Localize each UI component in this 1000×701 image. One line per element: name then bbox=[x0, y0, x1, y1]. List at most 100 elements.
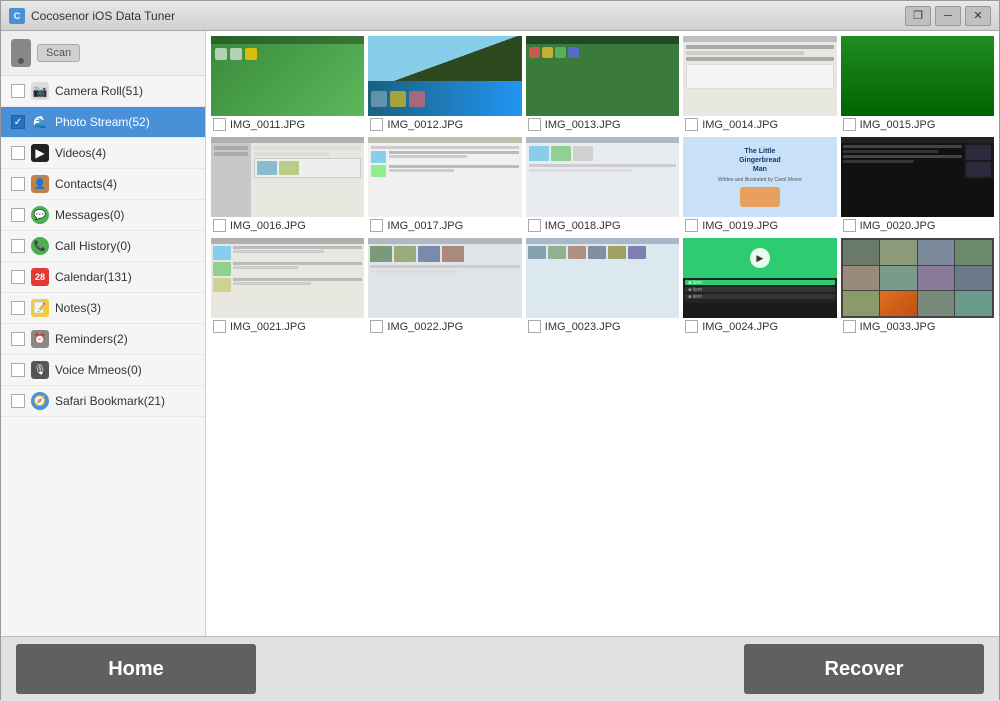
image-grid: IMG_0011.JPG IMG_0012.JPG bbox=[211, 36, 994, 335]
image-header: IMG_0023.JPG bbox=[526, 318, 679, 335]
camera-roll-icon: 📷 bbox=[31, 82, 49, 100]
messages-checkbox[interactable] bbox=[11, 208, 25, 222]
image-name: IMG_0019.JPG bbox=[702, 220, 778, 232]
list-item[interactable]: IMG_0011.JPG bbox=[211, 36, 364, 133]
image-name: IMG_0013.JPG bbox=[545, 119, 621, 131]
list-item[interactable]: ▶ ■ item ■ item ■ item IMG_0024.JPG bbox=[683, 238, 836, 335]
thumbnail bbox=[841, 36, 994, 116]
thumbnail bbox=[841, 137, 994, 217]
contacts-label: Contacts(4) bbox=[55, 177, 117, 191]
photo-stream-icon: 🌊 bbox=[31, 113, 49, 131]
thumbnail bbox=[683, 36, 836, 116]
image-checkbox[interactable] bbox=[685, 118, 698, 131]
sidebar-item-voice-memos[interactable]: 🎙 Voice Mmeos(0) bbox=[1, 355, 205, 386]
image-checkbox[interactable] bbox=[843, 219, 856, 232]
list-item[interactable]: IMG_0012.JPG bbox=[368, 36, 521, 133]
messages-label: Messages(0) bbox=[55, 208, 124, 222]
safari-checkbox[interactable] bbox=[11, 394, 25, 408]
home-button[interactable]: Home bbox=[16, 644, 256, 694]
list-item[interactable]: IMG_0014.JPG bbox=[683, 36, 836, 133]
image-checkbox[interactable] bbox=[843, 118, 856, 131]
call-history-icon: 📞 bbox=[31, 237, 49, 255]
sidebar-item-photo-stream[interactable]: ✓ 🌊 Photo Stream(52) bbox=[1, 107, 205, 138]
sidebar-item-videos[interactable]: ▶ Videos(4) bbox=[1, 138, 205, 169]
list-item[interactable]: IMG_0016.JPG bbox=[211, 137, 364, 234]
calendar-checkbox[interactable] bbox=[11, 270, 25, 284]
image-header: IMG_0020.JPG bbox=[841, 217, 994, 234]
list-item[interactable]: IMG_0020.JPG bbox=[841, 137, 994, 234]
videos-icon: ▶ bbox=[31, 144, 49, 162]
image-checkbox[interactable] bbox=[843, 320, 856, 333]
list-item[interactable]: IMG_0033.JPG bbox=[841, 238, 994, 335]
bottom-bar: Home Recover bbox=[1, 636, 999, 701]
image-header: IMG_0014.JPG bbox=[683, 116, 836, 133]
image-name: IMG_0024.JPG bbox=[702, 321, 778, 333]
image-header: IMG_0017.JPG bbox=[368, 217, 521, 234]
image-header: IMG_0012.JPG bbox=[368, 116, 521, 133]
scan-button[interactable]: Scan bbox=[37, 44, 80, 62]
image-checkbox[interactable] bbox=[685, 320, 698, 333]
list-item[interactable]: The LittleGingerbreadMan Written and Ill… bbox=[683, 137, 836, 234]
image-checkbox[interactable] bbox=[370, 219, 383, 232]
image-checkbox[interactable] bbox=[685, 219, 698, 232]
list-item[interactable]: IMG_0023.JPG bbox=[526, 238, 679, 335]
contacts-icon: 👤 bbox=[31, 175, 49, 193]
image-checkbox[interactable] bbox=[370, 118, 383, 131]
voice-memos-label: Voice Mmeos(0) bbox=[55, 363, 142, 377]
camera-roll-label: Camera Roll(51) bbox=[55, 84, 143, 98]
list-item[interactable]: IMG_0021.JPG bbox=[211, 238, 364, 335]
videos-checkbox[interactable] bbox=[11, 146, 25, 160]
sidebar-item-notes[interactable]: 📝 Notes(3) bbox=[1, 293, 205, 324]
image-checkbox[interactable] bbox=[528, 118, 541, 131]
contacts-checkbox[interactable] bbox=[11, 177, 25, 191]
image-checkbox[interactable] bbox=[370, 320, 383, 333]
image-checkbox[interactable] bbox=[528, 219, 541, 232]
image-name: IMG_0016.JPG bbox=[230, 220, 306, 232]
image-header: IMG_0015.JPG bbox=[841, 116, 994, 133]
sidebar: Scan 📷 Camera Roll(51) ✓ 🌊 Photo Stream(… bbox=[1, 31, 206, 636]
reminders-checkbox[interactable] bbox=[11, 332, 25, 346]
notes-checkbox[interactable] bbox=[11, 301, 25, 315]
list-item[interactable]: IMG_0022.JPG bbox=[368, 238, 521, 335]
reminders-icon: ⏰ bbox=[31, 330, 49, 348]
voice-memos-icon: 🎙 bbox=[31, 361, 49, 379]
photo-stream-checkbox[interactable]: ✓ bbox=[11, 115, 25, 129]
thumbnail: The LittleGingerbreadMan Written and Ill… bbox=[683, 137, 836, 217]
call-history-label: Call History(0) bbox=[55, 239, 131, 253]
image-header: IMG_0019.JPG bbox=[683, 217, 836, 234]
image-checkbox[interactable] bbox=[528, 320, 541, 333]
list-item[interactable]: IMG_0015.JPG bbox=[841, 36, 994, 133]
thumbnail bbox=[526, 238, 679, 318]
content-area[interactable]: IMG_0011.JPG IMG_0012.JPG bbox=[206, 31, 999, 636]
close-button[interactable]: ✕ bbox=[965, 6, 991, 26]
call-history-checkbox[interactable] bbox=[11, 239, 25, 253]
sidebar-item-calendar[interactable]: 28 Calendar(131) bbox=[1, 262, 205, 293]
image-header: IMG_0016.JPG bbox=[211, 217, 364, 234]
list-item[interactable]: IMG_0018.JPG bbox=[526, 137, 679, 234]
list-item[interactable]: IMG_0017.JPG bbox=[368, 137, 521, 234]
thumbnail bbox=[526, 137, 679, 217]
image-checkbox[interactable] bbox=[213, 219, 226, 232]
list-item[interactable]: IMG_0013.JPG bbox=[526, 36, 679, 133]
sidebar-item-camera-roll[interactable]: 📷 Camera Roll(51) bbox=[1, 76, 205, 107]
thumbnail bbox=[526, 36, 679, 116]
sidebar-item-reminders[interactable]: ⏰ Reminders(2) bbox=[1, 324, 205, 355]
sidebar-item-safari[interactable]: 🧭 Safari Bookmark(21) bbox=[1, 386, 205, 417]
image-name: IMG_0015.JPG bbox=[860, 119, 936, 131]
image-name: IMG_0011.JPG bbox=[230, 119, 305, 131]
titlebar-controls: ❐ ─ ✕ bbox=[905, 6, 991, 26]
recover-button[interactable]: Recover bbox=[744, 644, 984, 694]
image-name: IMG_0018.JPG bbox=[545, 220, 621, 232]
sidebar-item-contacts[interactable]: 👤 Contacts(4) bbox=[1, 169, 205, 200]
voice-memos-checkbox[interactable] bbox=[11, 363, 25, 377]
restore-button[interactable]: ❐ bbox=[905, 6, 931, 26]
image-checkbox[interactable] bbox=[213, 118, 226, 131]
image-checkbox[interactable] bbox=[213, 320, 226, 333]
image-header: IMG_0013.JPG bbox=[526, 116, 679, 133]
minimize-button[interactable]: ─ bbox=[935, 6, 961, 26]
thumbnail bbox=[211, 137, 364, 217]
camera-roll-checkbox[interactable] bbox=[11, 84, 25, 98]
sidebar-item-messages[interactable]: 💬 Messages(0) bbox=[1, 200, 205, 231]
notes-icon: 📝 bbox=[31, 299, 49, 317]
sidebar-item-call-history[interactable]: 📞 Call History(0) bbox=[1, 231, 205, 262]
